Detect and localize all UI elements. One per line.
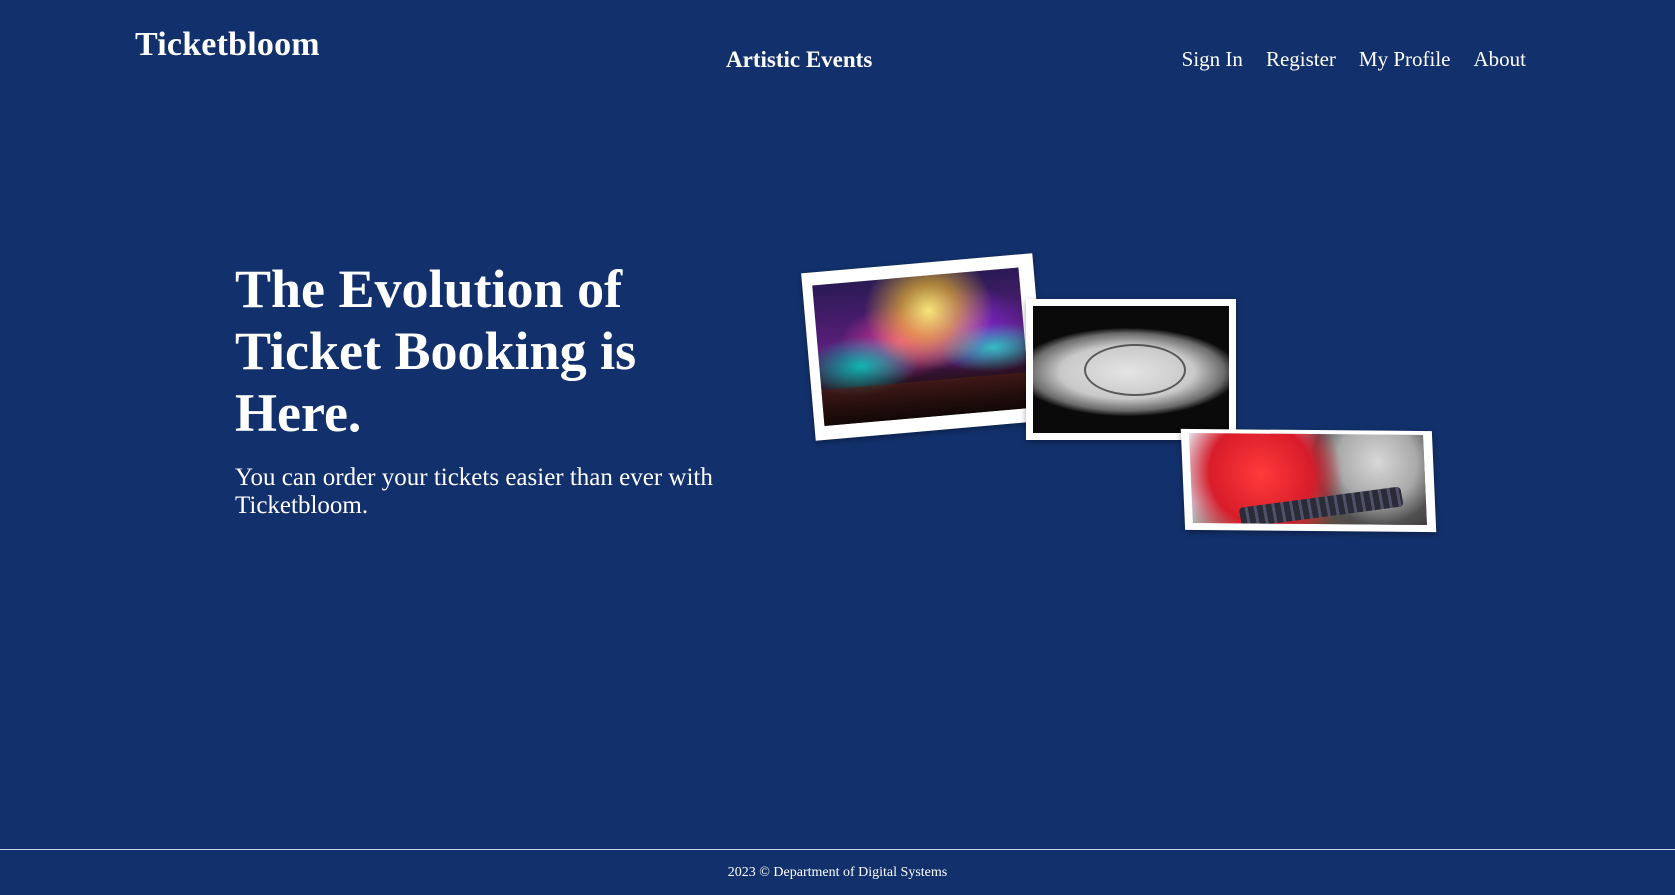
top-nav: Sign In Register My Profile About xyxy=(1182,47,1526,72)
concert-photo-image xyxy=(812,267,1031,426)
nav-sign-in[interactable]: Sign In xyxy=(1182,47,1243,72)
footer-divider xyxy=(0,849,1675,850)
film-reel-photo xyxy=(1180,428,1437,533)
nav-about[interactable]: About xyxy=(1474,47,1527,72)
concert-photo xyxy=(801,253,1047,441)
footer-copyright: 2023 © Department of Digital Systems xyxy=(727,865,948,880)
film-reel-photo-image xyxy=(1188,432,1427,526)
brand-logo[interactable]: Ticketbloom xyxy=(135,26,320,64)
page: Ticketbloom Artistic Events Sign In Regi… xyxy=(0,0,1675,895)
hero-title: The Evolution of Ticket Booking is Here. xyxy=(235,259,637,443)
hero-subtitle: You can order your tickets easier than e… xyxy=(235,464,713,519)
header-center-title: Artistic Events xyxy=(726,47,873,72)
nav-register[interactable]: Register xyxy=(1266,47,1336,72)
theater-stage-photo-image xyxy=(1033,306,1229,433)
theater-stage-photo xyxy=(1026,299,1236,440)
nav-my-profile[interactable]: My Profile xyxy=(1359,47,1451,72)
